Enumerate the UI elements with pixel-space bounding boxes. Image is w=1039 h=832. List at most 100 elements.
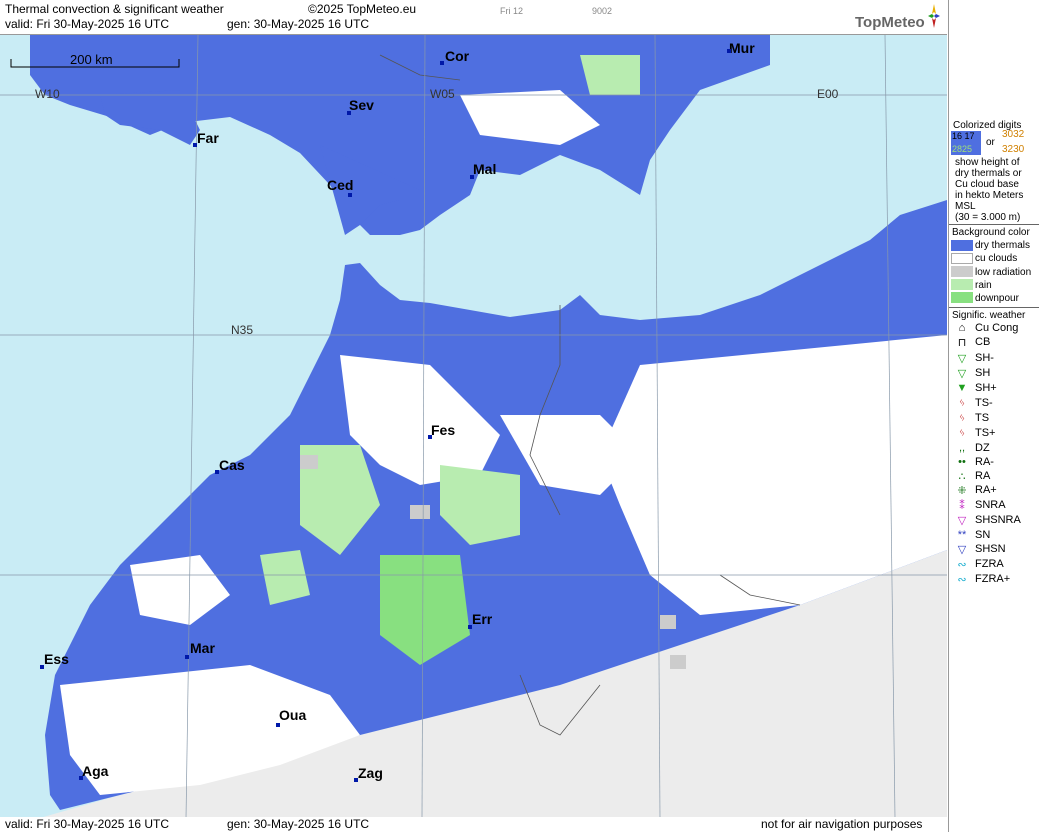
legend-wx-ts-plus: TS+ xyxy=(975,427,996,439)
city-marker-err xyxy=(468,625,472,629)
city-marker-cor xyxy=(440,61,444,65)
compass-star-icon xyxy=(928,4,940,28)
swatch-cu-clouds xyxy=(951,253,973,264)
scale-label: 200 km xyxy=(70,52,113,67)
city-marker-zag xyxy=(354,778,358,782)
legend-sample-b: 2825 xyxy=(952,144,973,154)
chart-title: Thermal convection & significant weather xyxy=(5,2,224,16)
legend-or: or xyxy=(986,137,995,148)
city-label-aga: Aga xyxy=(82,763,109,779)
legend-desc-3: Cu cloud base xyxy=(955,179,1019,190)
city-label-fes: Fes xyxy=(431,422,456,438)
drizzle-icon: ,, xyxy=(958,442,966,454)
city-marker-ess xyxy=(40,665,44,669)
legend-wx-sh-plus: SH+ xyxy=(975,382,997,394)
legend-bg-downpour: downpour xyxy=(975,293,1019,304)
legend-wx-cb: CB xyxy=(975,336,991,348)
shower-snow-icon: ▽ xyxy=(957,544,967,556)
city-label-mur: Mur xyxy=(729,40,755,56)
legend-wx-shsnra: SHSNRA xyxy=(975,514,1021,526)
city-label-cor: Cor xyxy=(445,48,470,64)
valid-time: valid: Fri 30-May-2025 16 UTC xyxy=(5,17,170,31)
legend-wx-sh-minus: SH- xyxy=(975,352,994,364)
legend-sample-a: 16 17 xyxy=(952,131,975,141)
map-canvas xyxy=(0,35,947,818)
scale-bar: 200 km xyxy=(10,52,180,69)
freezing-rain-heavy-icon: ∾ xyxy=(957,574,967,586)
footer-gen: gen: 30-May-2025 16 UTC xyxy=(227,817,370,831)
legend-wx-fzra-plus: FZRA+ xyxy=(975,573,1011,585)
city-marker-oua xyxy=(276,723,280,727)
city-marker-cas xyxy=(215,470,219,474)
city-marker-fes xyxy=(428,435,432,439)
city-label-err: Err xyxy=(472,611,493,627)
cb-icon: ⊓ xyxy=(957,337,967,349)
legend-wx-ra-minus: RA- xyxy=(975,456,994,468)
city-marker-sev xyxy=(347,111,351,115)
legend-wx-sh: SH xyxy=(975,367,991,379)
city-label-sev: Sev xyxy=(349,97,374,113)
grid-label-n35: N35 xyxy=(231,323,254,337)
shower-snow-rain-icon: ▽ xyxy=(957,515,967,527)
legend-sample-c: 3032 xyxy=(1002,129,1025,140)
legend-wx-ra-plus: RA+ xyxy=(975,484,997,496)
grid-label-e00: E00 xyxy=(817,87,839,101)
thunderstorm-heavy-icon: ᛃ xyxy=(958,427,966,439)
shower-heavy-icon: ▼ xyxy=(956,382,968,394)
city-marker-mal xyxy=(470,175,474,179)
city-label-oua: Oua xyxy=(279,707,307,723)
city-label-ced: Ced xyxy=(327,177,354,193)
legend-bg-dry: dry thermals xyxy=(975,240,1031,251)
legend-desc-2: dry thermals or xyxy=(955,168,1022,179)
generated-time: gen: 30-May-2025 16 UTC xyxy=(227,17,370,31)
legend-wx-shsn: SHSN xyxy=(975,543,1006,555)
legend-background-title: Background color xyxy=(952,227,1030,238)
small-label-1: Fri 12 xyxy=(500,6,524,16)
city-marker-mar xyxy=(185,655,189,659)
city-label-zag: Zag xyxy=(358,765,383,781)
snow-rain-icon: ⁑ xyxy=(959,500,965,512)
footer-valid: valid: Fri 30-May-2025 16 UTC xyxy=(5,817,170,831)
legend-wx-cucong: Cu Cong xyxy=(975,322,1019,334)
city-marker-ced xyxy=(348,193,352,197)
city-label-mal: Mal xyxy=(473,161,497,177)
legend-wx-sn: SN xyxy=(975,529,991,541)
swatch-low-radiation xyxy=(951,266,973,277)
topmeteo-logo[interactable]: TopMeteo xyxy=(855,14,925,31)
thunderstorm-icon: ᛃ xyxy=(958,412,966,424)
legend-bg-lowrad: low radiation xyxy=(975,267,1032,278)
legend-desc-1: show height of xyxy=(955,157,1020,168)
city-label-ess: Ess xyxy=(44,651,69,667)
legend-desc-6: (30 = 3.000 m) xyxy=(955,212,1021,223)
swatch-downpour xyxy=(951,292,973,303)
cu-cong-icon: ⌂ xyxy=(958,322,966,334)
city-label-cas: Cas xyxy=(219,457,245,473)
rain-icon: ∴ xyxy=(958,471,966,483)
city-marker-mur xyxy=(727,49,731,53)
city-marker-aga xyxy=(79,776,83,780)
header: Thermal convection & significant weather… xyxy=(0,0,947,34)
footer: valid: Fri 30-May-2025 16 UTC gen: 30-Ma… xyxy=(0,817,947,832)
shower-icon: ▽ xyxy=(957,368,967,380)
legend-wx-dz: DZ xyxy=(975,442,990,454)
legend-desc-5: MSL xyxy=(955,201,976,212)
copyright: ©2025 TopMeteo.eu xyxy=(308,2,417,16)
legend-desc-4: in hekto Meters xyxy=(955,190,1024,201)
thunderstorm-light-icon: ᛃ xyxy=(958,397,966,409)
shower-light-icon: ▽ xyxy=(957,353,967,365)
legend-wx-fzra: FZRA xyxy=(975,558,1004,570)
snow-icon: ** xyxy=(957,529,967,541)
grid-label-w10: W10 xyxy=(35,87,60,101)
swatch-dry-thermals xyxy=(951,240,973,251)
grid-label-w05: W05 xyxy=(430,87,455,101)
legend-wx-ts-minus: TS- xyxy=(975,397,993,409)
legend-bg-rain: rain xyxy=(975,280,992,291)
legend-wx-ts: TS xyxy=(975,412,990,424)
weather-map[interactable]: 200 km W10 W05 E00 N35 Cor Mur Far Sev C… xyxy=(0,34,947,819)
footer-note: not for air navigation purposes xyxy=(761,817,923,831)
city-label-far: Far xyxy=(197,130,219,146)
rain-heavy-icon: ⁜ xyxy=(957,485,967,497)
legend-sample-d: 3230 xyxy=(1002,144,1025,155)
rain-light-icon: •• xyxy=(958,456,966,468)
city-label-mar: Mar xyxy=(190,640,215,656)
